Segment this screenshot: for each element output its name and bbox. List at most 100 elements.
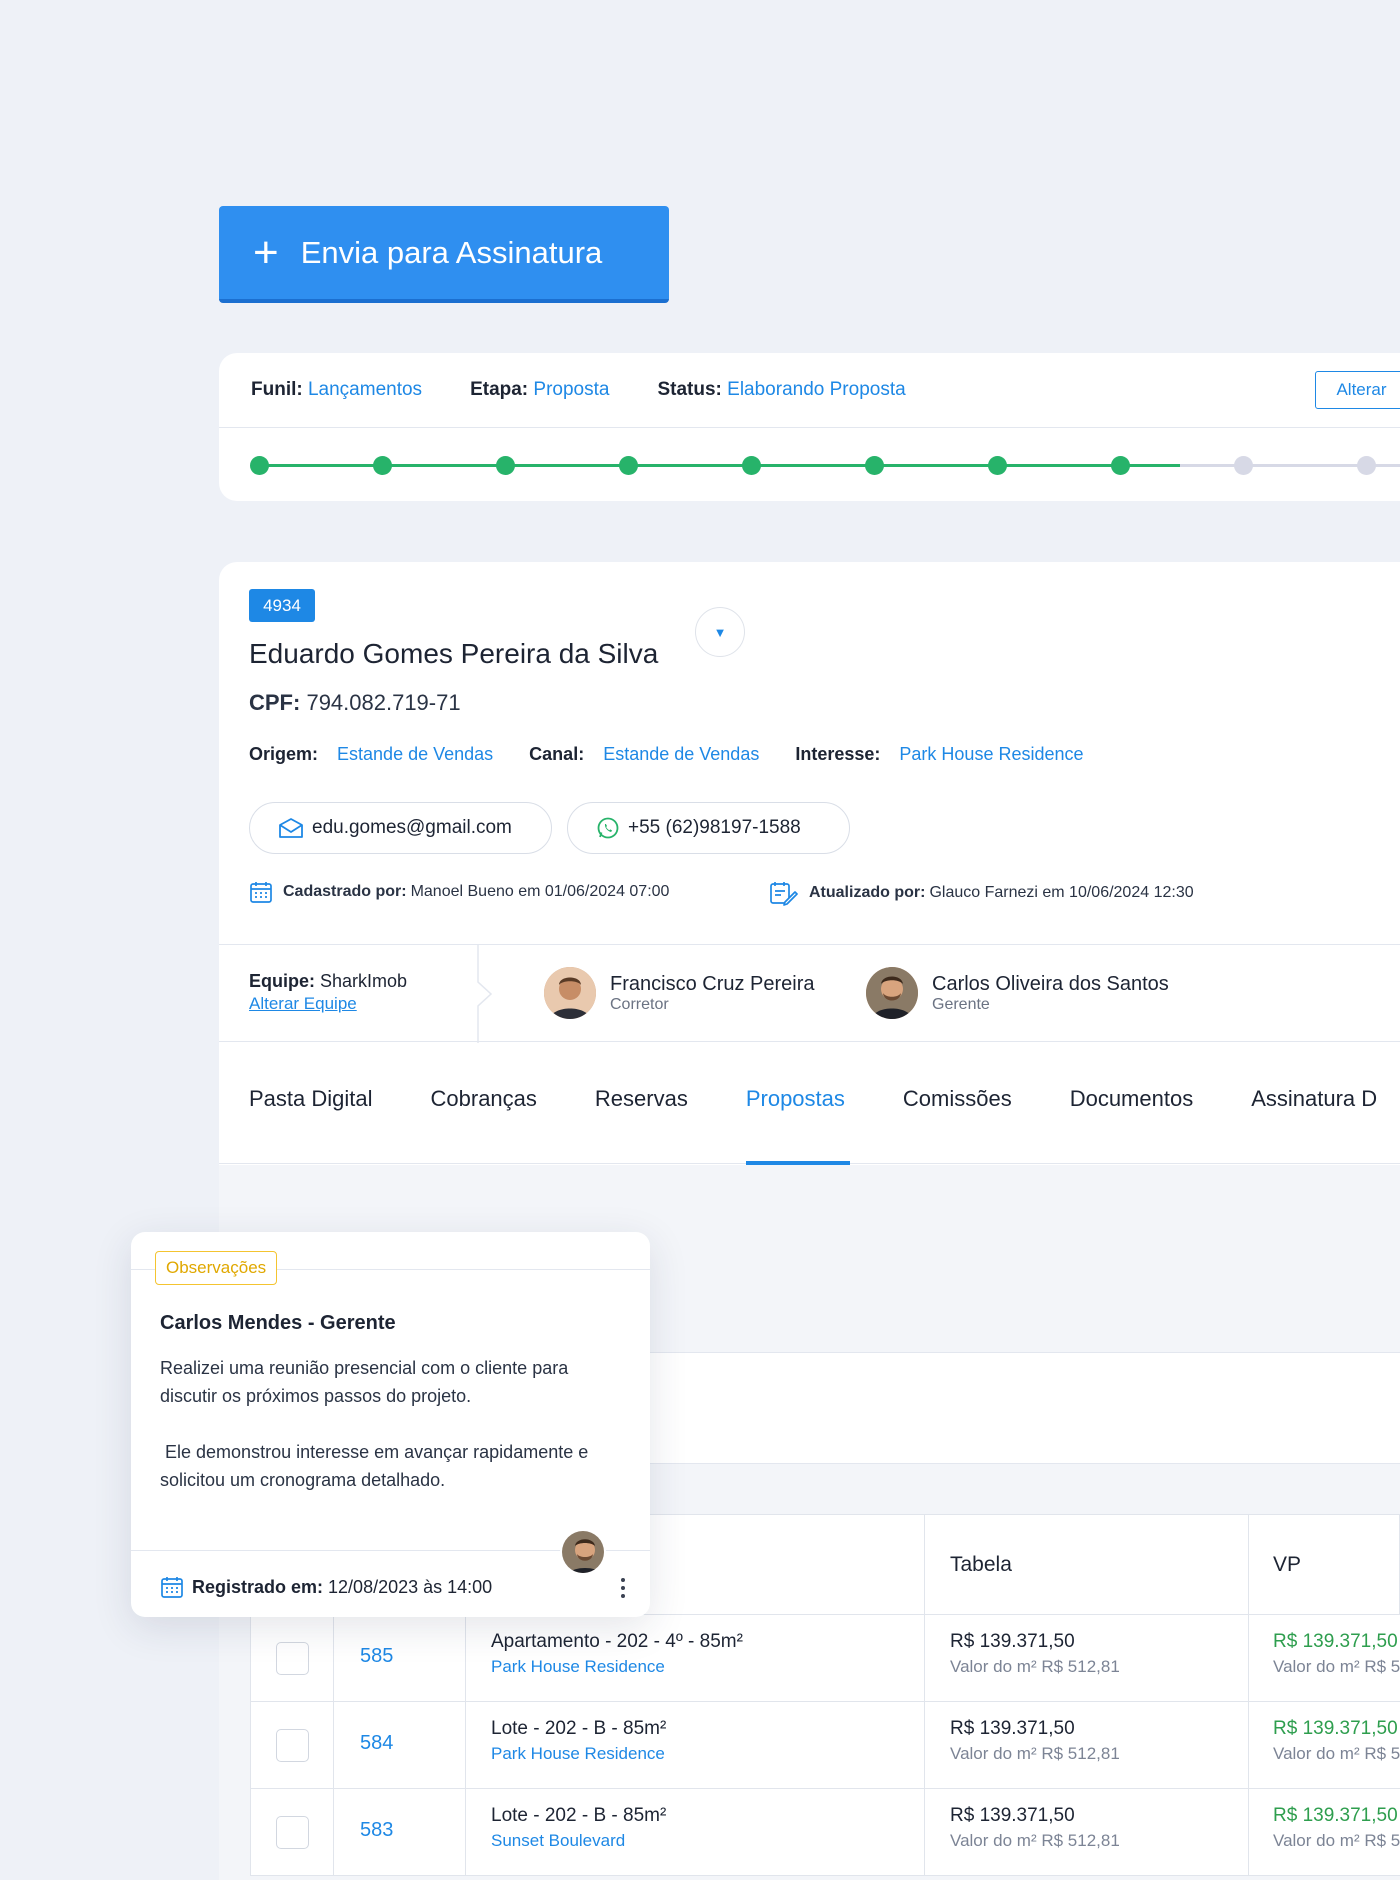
observation-author: Carlos Mendes - Gerente <box>160 1312 396 1334</box>
observation-footer: Registrado em: 12/08/2023 às 14:00 <box>131 1529 650 1617</box>
row-checkbox[interactable] <box>276 1642 309 1675</box>
column-divider <box>333 1615 334 1701</box>
email-pill[interactable]: edu.gomes@gmail.com <box>249 802 552 854</box>
stepper-step[interactable] <box>250 456 269 475</box>
more-options-icon[interactable] <box>621 1578 625 1598</box>
team-member[interactable]: Francisco Cruz Pereira Corretor <box>544 967 815 1019</box>
team-info: Equipe: SharkImob Alterar Equipe <box>249 971 407 1014</box>
proposal-id-link[interactable]: 583 <box>360 1819 393 1842</box>
send-signature-label: Envia para Assinatura <box>300 234 603 270</box>
calendar-icon <box>250 882 272 903</box>
interest-field: Interesse: Park House Residence <box>795 744 1083 765</box>
row-checkbox[interactable] <box>276 1729 309 1762</box>
send-signature-button[interactable]: + Envia para Assinatura <box>219 206 669 303</box>
stepper-step[interactable] <box>1111 456 1130 475</box>
stepper-step[interactable] <box>496 456 515 475</box>
table-row[interactable]: 583 Lote - 202 - B - 85m² Sunset Bouleva… <box>250 1789 1400 1876</box>
column-header-tabela[interactable]: Tabela <box>950 1553 1012 1577</box>
stepper-step[interactable] <box>619 456 638 475</box>
member-name: Carlos Oliveira dos Santos <box>932 972 1169 995</box>
interest-link[interactable]: Park House Residence <box>899 744 1083 764</box>
stepper-step[interactable] <box>1357 456 1376 475</box>
funnel-info: Funil: Lançamentos Etapa: Proposta Statu… <box>219 353 1400 428</box>
column-divider <box>924 1789 925 1875</box>
stepper-step[interactable] <box>1234 456 1253 475</box>
stage-label: Etapa: <box>470 379 529 400</box>
registered-value: 12/08/2023 às 14:00 <box>328 1576 493 1597</box>
tab-cobrancas[interactable]: Cobranças <box>431 1042 537 1163</box>
team-row: Equipe: SharkImob Alterar Equipe Francis… <box>219 944 1400 1043</box>
expand-client-button[interactable]: ▼ <box>695 607 745 657</box>
vp-sub: Valor do m² R$ 5 <box>1273 1657 1400 1676</box>
column-divider <box>333 1702 334 1788</box>
origin-link[interactable]: Estande de Vendas <box>337 744 493 764</box>
unit-cell: Lote - 202 - B - 85m² Sunset Boulevard <box>491 1805 666 1851</box>
calendar-icon <box>161 1577 183 1598</box>
tabela-cell: R$ 139.371,50 Valor do m² R$ 512,81 <box>950 1631 1120 1677</box>
updated-value: Glauco Farnezi em 10/06/2024 12:30 <box>929 884 1194 901</box>
unit-cell: Lote - 202 - B - 85m² Park House Residen… <box>491 1718 666 1764</box>
proposal-id-link[interactable]: 584 <box>360 1732 393 1755</box>
tab-comissoes[interactable]: Comissões <box>903 1042 1012 1163</box>
row-checkbox[interactable] <box>276 1816 309 1849</box>
status-value-link[interactable]: Elaborando Proposta <box>727 379 906 400</box>
tab-pasta-digital[interactable]: Pasta Digital <box>249 1042 373 1163</box>
client-cpf: CPF: 794.082.719-71 <box>249 690 461 716</box>
created-by: Cadastrado por: Manoel Bueno em 01/06/20… <box>249 880 669 904</box>
team-member[interactable]: Carlos Oliveira dos Santos Gerente <box>866 967 1169 1019</box>
origin-label: Origem: <box>249 744 319 764</box>
alter-team-link[interactable]: Alterar Equipe <box>249 994 407 1014</box>
funnel-value-link[interactable]: Lançamentos <box>308 379 422 400</box>
column-divider <box>924 1515 925 1614</box>
unit-desc: Lote - 202 - B - 85m² <box>491 1718 667 1739</box>
column-header-vp[interactable]: VP <box>1273 1553 1301 1577</box>
registered-at: Registrado em: 12/08/2023 às 14:00 <box>160 1575 492 1599</box>
tab-assinatura[interactable]: Assinatura D <box>1251 1042 1377 1163</box>
channel-label: Canal: <box>529 744 585 764</box>
column-divider <box>1248 1702 1249 1788</box>
chevron-divider <box>477 945 493 1043</box>
tab-documentos[interactable]: Documentos <box>1070 1042 1194 1163</box>
channel-link[interactable]: Estande de Vendas <box>603 744 759 764</box>
unit-desc: Apartamento - 202 - 4º - 85m² <box>491 1631 743 1652</box>
caret-down-icon: ▼ <box>713 624 727 640</box>
stepper-step[interactable] <box>373 456 392 475</box>
stage-value-link[interactable]: Proposta <box>533 379 609 400</box>
tab-reservas[interactable]: Reservas <box>595 1042 688 1163</box>
unit-desc: Lote - 202 - B - 85m² <box>491 1805 667 1826</box>
vp-value: R$ 139.371,50 <box>1273 1631 1398 1652</box>
tabela-sub: Valor do m² R$ 512,81 <box>950 1831 1120 1850</box>
whatsapp-pill[interactable]: +55 (62)98197-1588 <box>567 802 850 854</box>
updated-label: Atualizado por: <box>809 884 926 901</box>
tabela-value: R$ 139.371,50 <box>950 1631 1075 1652</box>
email-text: edu.gomes@gmail.com <box>312 817 512 838</box>
tab-propostas[interactable]: Propostas <box>745 1042 850 1165</box>
tabela-sub: Valor do m² R$ 512,81 <box>950 1744 1120 1763</box>
client-name: Eduardo Gomes Pereira da Silva <box>249 638 659 669</box>
project-link[interactable]: Park House Residence <box>491 1744 666 1764</box>
member-role: Gerente <box>932 995 990 1013</box>
member-name: Francisco Cruz Pereira <box>610 972 815 995</box>
tabela-value: R$ 139.371,50 <box>950 1718 1075 1739</box>
stepper-step[interactable] <box>865 456 884 475</box>
unit-cell: Apartamento - 202 - 4º - 85m² Park House… <box>491 1631 743 1677</box>
tabela-value: R$ 139.371,50 <box>950 1805 1075 1826</box>
tabela-cell: R$ 139.371,50 Valor do m² R$ 512,81 <box>950 1718 1120 1764</box>
stepper-step[interactable] <box>988 456 1007 475</box>
tab-bar: Pasta Digital Cobranças Reservas Propost… <box>219 1042 1400 1165</box>
stepper-progress <box>259 464 1180 467</box>
project-link[interactable]: Park House Residence <box>491 1657 743 1677</box>
proposal-id-link[interactable]: 585 <box>360 1645 393 1668</box>
whatsapp-icon <box>597 817 619 839</box>
alter-funnel-button[interactable]: Alterar <box>1315 371 1400 409</box>
column-divider <box>1248 1515 1249 1614</box>
edit-document-icon <box>770 882 798 906</box>
stepper-step[interactable] <box>742 456 761 475</box>
funnel-card: Funil: Lançamentos Etapa: Proposta Statu… <box>219 353 1400 501</box>
project-link[interactable]: Sunset Boulevard <box>491 1831 666 1851</box>
vp-value: R$ 139.371,50 <box>1273 1805 1398 1826</box>
stage-field: Etapa: Proposta <box>470 379 609 401</box>
team-name: SharkImob <box>320 971 408 991</box>
table-row[interactable]: 585 Apartamento - 202 - 4º - 85m² Park H… <box>250 1615 1400 1702</box>
table-row[interactable]: 584 Lote - 202 - B - 85m² Park House Res… <box>250 1702 1400 1789</box>
